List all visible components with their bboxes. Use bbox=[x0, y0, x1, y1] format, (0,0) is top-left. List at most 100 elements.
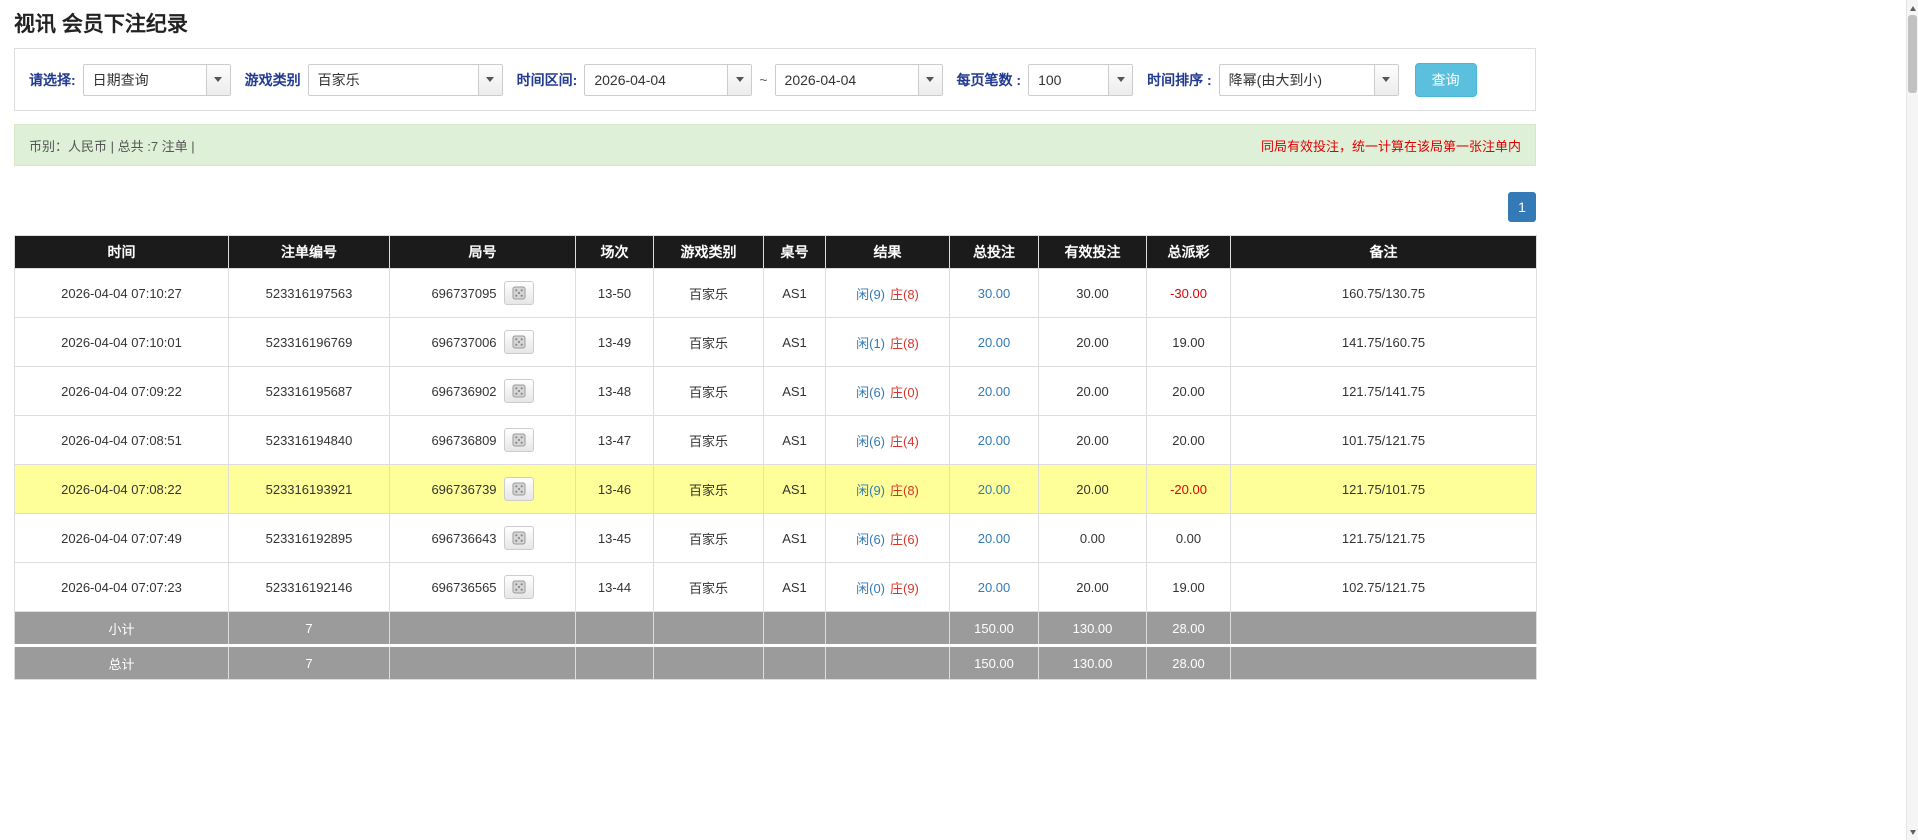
table-row[interactable]: 2026-04-04 07:09:22 523316195687 6967369… bbox=[15, 367, 1537, 416]
per-page-dropdown[interactable]: 100 bbox=[1028, 64, 1133, 96]
table-row[interactable]: 2026-04-04 07:08:22 523316193921 6967367… bbox=[15, 465, 1537, 514]
cell-result: 闲(1)庄(8) bbox=[826, 318, 950, 367]
col-header-remark: 备注 bbox=[1231, 236, 1537, 269]
cell-total-bet: 20.00 bbox=[950, 318, 1039, 367]
table-row[interactable]: 2026-04-04 07:07:49 523316192895 6967366… bbox=[15, 514, 1537, 563]
total-bet-link[interactable]: 20.00 bbox=[978, 531, 1011, 546]
cell-bet-id: 523316193921 bbox=[229, 465, 390, 514]
cell-bet-id: 523316197563 bbox=[229, 269, 390, 318]
col-header-result: 结果 bbox=[826, 236, 950, 269]
round-detail-button[interactable] bbox=[504, 526, 534, 550]
table-row[interactable]: 2026-04-04 07:07:23 523316192146 6967365… bbox=[15, 563, 1537, 612]
col-header-round: 局号 bbox=[390, 236, 576, 269]
cell-remark: 121.75/141.75 bbox=[1231, 367, 1537, 416]
total-label: 总计 bbox=[15, 646, 229, 680]
vertical-scrollbar[interactable] bbox=[1906, 0, 1918, 840]
cell-result: 闲(9) 庄(8) bbox=[826, 465, 950, 514]
cell-payout: 19.00 bbox=[1147, 563, 1231, 612]
cell-remark: 101.75/121.75 bbox=[1231, 416, 1537, 465]
table-row[interactable]: 2026-04-04 07:10:27 523316197563 6967370… bbox=[15, 269, 1537, 318]
cell-round: 696736643 bbox=[390, 514, 576, 563]
chevron-down-icon[interactable] bbox=[1108, 65, 1132, 95]
currency-summary-text: 币别：人民币 | 总共 :7 注单 | bbox=[29, 136, 195, 155]
cell-time: 2026-04-04 07:07:49 bbox=[15, 514, 229, 563]
table-row[interactable]: 2026-04-04 07:10:01 523316196769 6967370… bbox=[15, 318, 1537, 367]
round-detail-button[interactable] bbox=[504, 575, 534, 599]
total-bet-link[interactable]: 20.00 bbox=[978, 482, 1011, 497]
result-banker: 庄(8) bbox=[890, 287, 919, 302]
cell-bet-id: 523316192146 bbox=[229, 563, 390, 612]
subtotal-valid-bet: 130.00 bbox=[1039, 612, 1147, 646]
col-header-payout: 总派彩 bbox=[1147, 236, 1231, 269]
chevron-down-icon[interactable] bbox=[478, 65, 502, 95]
main-content: 视讯 会员下注纪录 请选择: 日期查询 游戏类别 百家乐 时间区间: 2026-… bbox=[14, 0, 1536, 680]
scroll-up-button[interactable] bbox=[1907, 1, 1918, 15]
total-total-bet: 150.00 bbox=[950, 646, 1039, 680]
cell-valid-bet: 0.00 bbox=[1039, 514, 1147, 563]
chevron-down-icon[interactable] bbox=[727, 65, 751, 95]
round-detail-button[interactable] bbox=[504, 428, 534, 452]
scrollbar-thumb[interactable] bbox=[1908, 15, 1917, 93]
date-from-dropdown[interactable]: 2026-04-04 bbox=[584, 64, 752, 96]
query-button[interactable]: 查询 bbox=[1415, 63, 1477, 97]
cell-table: AS1 bbox=[764, 318, 826, 367]
cell-payout: 0.00 bbox=[1147, 514, 1231, 563]
total-bet-link[interactable]: 30.00 bbox=[978, 286, 1011, 301]
total-bet-link[interactable]: 20.00 bbox=[978, 580, 1011, 595]
date-from-value: 2026-04-04 bbox=[585, 72, 727, 88]
total-bet-link[interactable]: 20.00 bbox=[978, 433, 1011, 448]
chevron-down-icon[interactable] bbox=[206, 65, 230, 95]
result-player: 闲(9) bbox=[856, 287, 885, 302]
cell-remark: 160.75/130.75 bbox=[1231, 269, 1537, 318]
cell-game: 百家乐 bbox=[654, 269, 764, 318]
cell-payout: 20.00 bbox=[1147, 416, 1231, 465]
table-row[interactable]: 2026-04-04 07:08:51 523316194840 6967368… bbox=[15, 416, 1537, 465]
round-number: 696737006 bbox=[431, 335, 496, 350]
subtotal-total-bet: 150.00 bbox=[950, 612, 1039, 646]
total-bet-link[interactable]: 20.00 bbox=[978, 384, 1011, 399]
result-player: 闲(6) bbox=[856, 434, 885, 449]
game-type-value: 百家乐 bbox=[309, 70, 478, 90]
select-label: 请选择: bbox=[29, 70, 76, 90]
result-banker: 庄(8) bbox=[890, 336, 919, 351]
cell-result: 闲(0)庄(9) bbox=[826, 563, 950, 612]
cell-total-bet: 20.00 bbox=[950, 416, 1039, 465]
result-banker: 庄(8) bbox=[890, 483, 919, 498]
round-detail-button[interactable] bbox=[504, 477, 534, 501]
page-1-button[interactable]: 1 bbox=[1508, 192, 1536, 222]
cell-result: 闲(6)庄(0) bbox=[826, 367, 950, 416]
sort-dropdown[interactable]: 降幂(由大到小) bbox=[1219, 64, 1399, 96]
cell-time: 2026-04-04 07:10:27 bbox=[15, 269, 229, 318]
date-to-dropdown[interactable]: 2026-04-04 bbox=[775, 64, 943, 96]
result-player: 闲(6) bbox=[856, 532, 885, 547]
round-number: 696736809 bbox=[431, 433, 496, 448]
cell-bet-id: 523316195687 bbox=[229, 367, 390, 416]
col-header-game: 游戏类别 bbox=[654, 236, 764, 269]
cell-total-bet: 20.00 bbox=[950, 367, 1039, 416]
round-detail-button[interactable] bbox=[504, 379, 534, 403]
cell-session: 13-46 bbox=[576, 465, 654, 514]
cell-table: AS1 bbox=[764, 269, 826, 318]
total-bet-link[interactable]: 20.00 bbox=[978, 335, 1011, 350]
scroll-down-button[interactable] bbox=[1907, 825, 1918, 839]
game-type-dropdown[interactable]: 百家乐 bbox=[308, 64, 503, 96]
chevron-down-icon[interactable] bbox=[918, 65, 942, 95]
round-detail-button[interactable] bbox=[504, 330, 534, 354]
round-detail-button[interactable] bbox=[504, 281, 534, 305]
query-type-dropdown[interactable]: 日期查询 bbox=[83, 64, 231, 96]
chevron-down-icon[interactable] bbox=[1374, 65, 1398, 95]
dice-icon bbox=[512, 335, 526, 349]
cell-payout: 20.00 bbox=[1147, 367, 1231, 416]
result-player: 闲(9) bbox=[856, 483, 885, 498]
per-page-label: 每页笔数 : bbox=[957, 70, 1022, 90]
cell-session: 13-49 bbox=[576, 318, 654, 367]
cell-valid-bet: 20.00 bbox=[1039, 367, 1147, 416]
total-count: 7 bbox=[229, 646, 390, 680]
cell-result: 闲(6)庄(4) bbox=[826, 416, 950, 465]
cell-result: 闲(6) 庄(6) bbox=[826, 514, 950, 563]
cell-time: 2026-04-04 07:08:22 bbox=[15, 465, 229, 514]
total-payout: 28.00 bbox=[1147, 646, 1231, 680]
cell-remark: 121.75/121.75 bbox=[1231, 514, 1537, 563]
result-banker: 庄(6) bbox=[890, 532, 919, 547]
cell-payout: 19.00 bbox=[1147, 318, 1231, 367]
